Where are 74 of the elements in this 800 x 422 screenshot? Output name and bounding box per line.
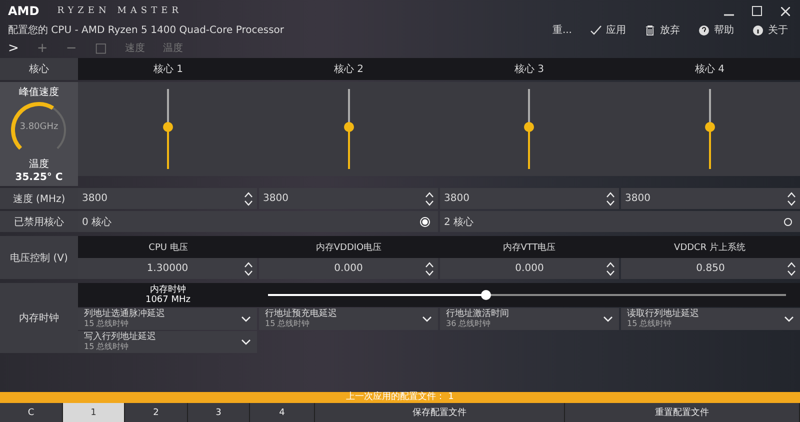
profile-tab[interactable]: 2 <box>125 403 188 422</box>
toolbar-button[interactable]: 帮助 <box>698 23 734 37</box>
number-field[interactable]: 3800 <box>78 188 257 209</box>
row-label: 已禁用核心 <box>0 211 78 232</box>
row-label: 电压控制 (V) <box>0 236 78 279</box>
window-title: RYZEN MASTER <box>57 6 182 16</box>
chevron-down-icon <box>603 316 613 322</box>
number-field[interactable]: 1.30000 <box>78 258 257 279</box>
slider-thumb[interactable] <box>344 122 354 132</box>
spinner-arrows-icon[interactable] <box>787 190 796 206</box>
number-field[interactable]: 3800 <box>440 188 619 209</box>
slider-thumb[interactable] <box>704 122 715 132</box>
radio-icon[interactable] <box>784 218 792 226</box>
spinner-arrows-icon[interactable] <box>606 260 615 276</box>
number-field[interactable]: 0.000 <box>440 258 619 279</box>
column-header: VDDCR 片上系统 <box>673 242 746 254</box>
status-bar: 上一次应用的配置文件： 1 <box>0 392 800 403</box>
slider-thumb[interactable] <box>163 122 174 132</box>
column-header: CPU 电压 <box>148 242 189 254</box>
column-header: 核心 3 <box>513 62 546 76</box>
chevron-down-icon <box>422 316 432 322</box>
gauge-title: 峰值速度 <box>19 86 59 99</box>
temperature-label: 温度 <box>29 158 49 171</box>
column-header: 内存VTT电压 <box>502 242 557 254</box>
profile-button[interactable]: 重置配置文件 <box>565 403 800 422</box>
help-icon <box>698 24 710 36</box>
profile-tab[interactable]: 1 <box>63 403 125 422</box>
dropdown[interactable]: 列地址选通脉冲延迟 15 总线时钟 <box>78 308 257 330</box>
number-field[interactable]: 0.850 <box>621 258 800 279</box>
radio-option[interactable]: 0 核心 <box>78 211 438 232</box>
info-icon <box>752 24 764 36</box>
spinner-arrows-icon[interactable] <box>244 190 253 206</box>
column-header: 内存VDDIO电压 <box>314 242 383 254</box>
spinner-arrows-icon[interactable] <box>425 190 434 206</box>
toolbar-button[interactable]: 放弃 <box>644 23 680 37</box>
toolbar-button[interactable]: 关于 <box>752 23 788 37</box>
dropdown[interactable]: 行地址预充电延迟 15 总线时钟 <box>259 308 438 330</box>
number-field[interactable]: 0.000 <box>259 258 438 279</box>
spinner-arrows-icon[interactable] <box>425 260 434 276</box>
chevron-down-icon <box>241 339 251 345</box>
temperature-value: 35.25° C <box>15 172 63 183</box>
spinner-arrows-icon[interactable] <box>787 260 796 276</box>
trash-icon <box>644 24 656 36</box>
minimize-icon <box>724 14 734 16</box>
profile-tab[interactable]: 3 <box>188 403 250 422</box>
dropdown[interactable]: 写入行列地址延迟 15 总线时钟 <box>78 331 257 353</box>
spinner-arrows-icon[interactable] <box>606 190 615 206</box>
maximize-button[interactable] <box>750 4 764 18</box>
chevron-down-icon <box>241 316 251 322</box>
close-button[interactable] <box>778 4 792 18</box>
subtitle: 配置您的 CPU - AMD Ryzen 5 1400 Quad-Core Processor <box>8 24 284 37</box>
radio-option[interactable]: 2 核心 <box>440 211 800 232</box>
column-header: 核心 1 <box>152 62 184 76</box>
toolbar-button[interactable]: 重... <box>552 23 572 37</box>
slider-thumb[interactable] <box>480 290 491 300</box>
profile-button[interactable]: 保存配置文件 <box>315 403 565 422</box>
dropdown[interactable]: 行地址激活时间 36 总线时钟 <box>440 308 619 330</box>
number-field[interactable]: 3800 <box>621 188 800 209</box>
row-label: 速度 (MHz) <box>0 188 78 209</box>
column-header: 核心 <box>0 58 78 80</box>
dropdown[interactable]: 读取行列地址延迟 15 总线时钟 <box>621 308 800 330</box>
slider-thumb[interactable] <box>524 122 534 132</box>
toolbar-button[interactable]: 应用 <box>590 23 626 37</box>
column-header: 核心 2 <box>332 62 365 76</box>
toolbar-button[interactable]: > <box>8 40 19 56</box>
column-header: 核心 4 <box>694 62 726 76</box>
check-icon <box>590 24 602 36</box>
number-field[interactable]: 3800 <box>259 188 438 209</box>
spinner-arrows-icon[interactable] <box>244 260 253 276</box>
chevron-down-icon <box>784 316 794 322</box>
profile-tab[interactable]: 4 <box>250 403 315 422</box>
memory-clock-value: 内存时钟 1067 MHz <box>144 285 192 305</box>
logo: AMD <box>8 4 40 18</box>
row-label: 内存时钟 <box>0 283 78 353</box>
